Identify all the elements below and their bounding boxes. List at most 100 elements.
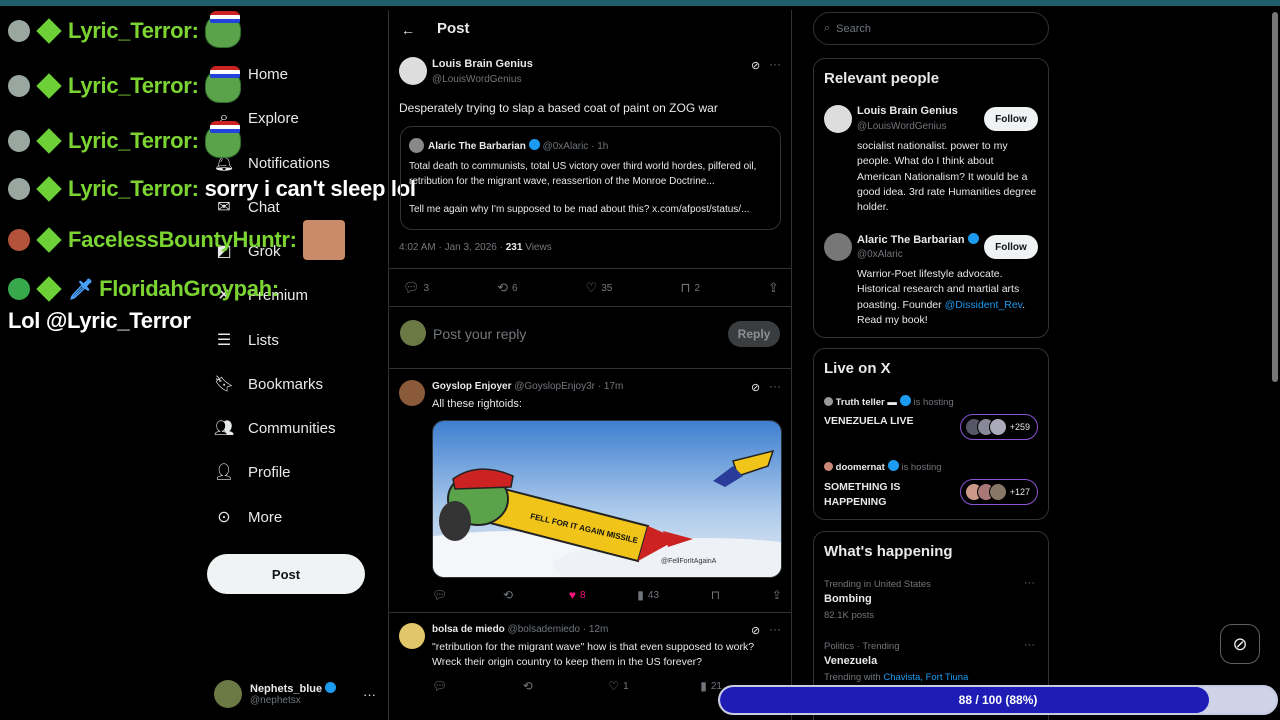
chat-line: Lyric_Terror: xyxy=(8,11,241,48)
share-action[interactable]: ⇪ xyxy=(772,588,782,602)
chat-line: Lyric_Terror: sorry i can't sleep lol xyxy=(8,176,416,202)
like-action[interactable]: ♥ 8 xyxy=(569,588,586,602)
bio-mention-link[interactable]: @Dissident_Rev xyxy=(945,299,1023,311)
verified-badge-icon xyxy=(325,682,337,693)
reply-handle[interactable]: @bolsademiedo xyxy=(508,624,580,635)
trend-posts: 82.1K posts xyxy=(824,610,875,621)
chat-badge-icon xyxy=(8,20,30,42)
more-dots-icon[interactable]: ··· xyxy=(769,57,781,71)
avatar[interactable] xyxy=(824,233,852,261)
person-name[interactable]: Alaric The Barbarian xyxy=(857,234,965,246)
reply-author[interactable]: Goyslop Enjoyer xyxy=(432,381,511,392)
frog-emote-icon xyxy=(204,121,241,158)
avatar xyxy=(824,397,833,406)
bookmark-icon: ⊓ xyxy=(710,588,721,602)
avatar[interactable] xyxy=(399,57,427,85)
nav-lists[interactable]: ☰ Lists xyxy=(214,330,279,350)
diamond-icon xyxy=(36,276,62,302)
person-handle[interactable]: @0xAlaric xyxy=(857,249,903,260)
follow-button[interactable]: Follow xyxy=(984,107,1038,131)
diamond-icon xyxy=(36,18,62,44)
nav-bookmarks[interactable]: 🔖︎ Bookmarks xyxy=(214,374,323,394)
live-host[interactable]: doomernat is hosting xyxy=(824,460,942,473)
repost-action[interactable]: ⟲ xyxy=(503,588,517,602)
avatar[interactable] xyxy=(824,105,852,133)
reply-author[interactable]: bolsa de miedo xyxy=(432,624,505,635)
relevant-people-card: Relevant people Louis Brain Genius @Loui… xyxy=(813,58,1049,338)
post-author[interactable]: Louis Brain Genius xyxy=(432,58,533,70)
bookmark-icon: ⊓ xyxy=(680,280,691,295)
repost-action[interactable]: ⟲ xyxy=(523,679,537,693)
views-action[interactable]: ▮ 21 xyxy=(700,679,722,693)
chat-badge-icon xyxy=(8,130,30,152)
live-title[interactable]: VENEZUELA LIVE xyxy=(824,415,913,427)
live-title[interactable]: SOMETHING IS HAPPENING xyxy=(824,480,944,510)
views-icon: ▮ xyxy=(700,679,707,693)
diamond-icon xyxy=(36,73,62,99)
list-icon: ☰ xyxy=(216,332,232,349)
missile-meme-illustration xyxy=(433,421,781,577)
nav-more[interactable]: ⊙ More xyxy=(214,507,282,527)
follow-button[interactable]: Follow xyxy=(984,235,1038,259)
avatar[interactable] xyxy=(399,380,425,406)
chat-message: Lol @Lyric_Terror xyxy=(8,308,191,333)
quoted-post[interactable]: Alaric The Barbarian @0xAlaric · 1h Tota… xyxy=(400,126,781,230)
nav-communities[interactable]: 👥︎ Communities xyxy=(214,418,336,438)
grok-explain-icon[interactable]: ⊘ xyxy=(751,381,760,394)
account-name: Nephets_blue xyxy=(250,683,323,695)
nav-profile[interactable]: 👤︎ Profile xyxy=(214,462,291,482)
reply-handle[interactable]: @GoyslopEnjoy3r xyxy=(514,381,595,392)
more-dots-icon[interactable]: ··· xyxy=(1024,577,1035,589)
trend-topic[interactable]: Bombing xyxy=(824,593,872,605)
back-arrow-icon[interactable]: ← xyxy=(401,22,415,38)
reply-input[interactable]: Post your reply xyxy=(433,326,526,342)
trend-with: Trending with Chavista, Fort Tiuna xyxy=(824,672,969,683)
post-button[interactable]: Post xyxy=(207,554,365,594)
live-listeners-pill[interactable]: +127 xyxy=(960,479,1038,505)
post-detail-column: ← Post Louis Brain Genius @LouisWordGeni… xyxy=(388,10,792,720)
repost-action[interactable]: ⟲ 6 xyxy=(497,280,517,296)
card-title: Live on X xyxy=(824,360,891,377)
person-handle[interactable]: @LouisWordGenius xyxy=(857,121,946,132)
reply-action[interactable]: 💬︎ 3 xyxy=(403,280,429,296)
live-on-x-card: Live on X Truth teller ▬ is hosting VENE… xyxy=(813,348,1049,520)
trend-topic[interactable]: Venezuela xyxy=(824,655,877,667)
reply-action[interactable]: 💬︎ xyxy=(432,588,451,602)
account-switcher[interactable]: Nephets_blue @nephetsx ··· xyxy=(214,676,376,712)
more-dots-icon[interactable]: ··· xyxy=(1024,639,1035,651)
bookmark-action[interactable]: ⊓ xyxy=(711,588,720,602)
avatar[interactable] xyxy=(399,623,425,649)
bookmark-action[interactable]: ⊓ 2 xyxy=(680,280,700,296)
grok-explain-icon[interactable]: ⊘ xyxy=(751,624,760,637)
like-action[interactable]: ♡ 1 xyxy=(608,679,628,693)
avatar xyxy=(409,138,424,153)
chat-line: 🗡︎ FloridahGroypah: xyxy=(8,276,279,302)
card-title: Relevant people xyxy=(824,70,940,87)
views-action[interactable]: ▮ 43 xyxy=(637,588,659,602)
more-dots-icon[interactable]: ··· xyxy=(769,622,781,636)
grok-floating-button[interactable]: ⊘ xyxy=(1220,624,1260,664)
live-host[interactable]: Truth teller ▬ is hosting xyxy=(824,395,954,408)
chat-badge-icon xyxy=(8,229,30,251)
reply-media-image[interactable]: FELL FOR IT AGAIN MISSILE @FellForItAgai… xyxy=(432,420,782,578)
post-handle[interactable]: @LouisWordGenius xyxy=(432,74,521,85)
share-icon: ⇪ xyxy=(768,280,779,295)
diamond-icon xyxy=(36,176,62,202)
grok-explain-icon[interactable]: ⊘ xyxy=(751,59,760,72)
post-timestamp: 4:02 AM · Jan 3, 2026 · 231 Views xyxy=(399,242,552,253)
search-input[interactable]: ⌕ Search xyxy=(813,12,1049,45)
reply-button[interactable]: Reply xyxy=(728,321,780,347)
reply-action[interactable]: 💬︎ xyxy=(432,679,451,693)
like-action[interactable]: ♡ 35 xyxy=(586,280,613,296)
scrollbar[interactable] xyxy=(1272,12,1278,382)
person-name[interactable]: Louis Brain Genius xyxy=(857,105,958,117)
chat-badge-icon xyxy=(8,75,30,97)
live-listeners-pill[interactable]: +259 xyxy=(960,414,1038,440)
reply-actions: 💬︎ ⟲ ♡ 1 ▮ 21 xyxy=(432,679,722,693)
trend-links[interactable]: Chavista, Fort Tiuna xyxy=(883,672,968,683)
share-action[interactable]: ⇪ xyxy=(768,280,779,296)
profile-icon: 👤︎ xyxy=(213,464,235,481)
reply-header: Goyslop Enjoyer @GoyslopEnjoy3r · 17m xyxy=(432,381,623,392)
search-icon: ⌕ xyxy=(824,22,831,34)
more-dots-icon[interactable]: ··· xyxy=(769,379,781,393)
